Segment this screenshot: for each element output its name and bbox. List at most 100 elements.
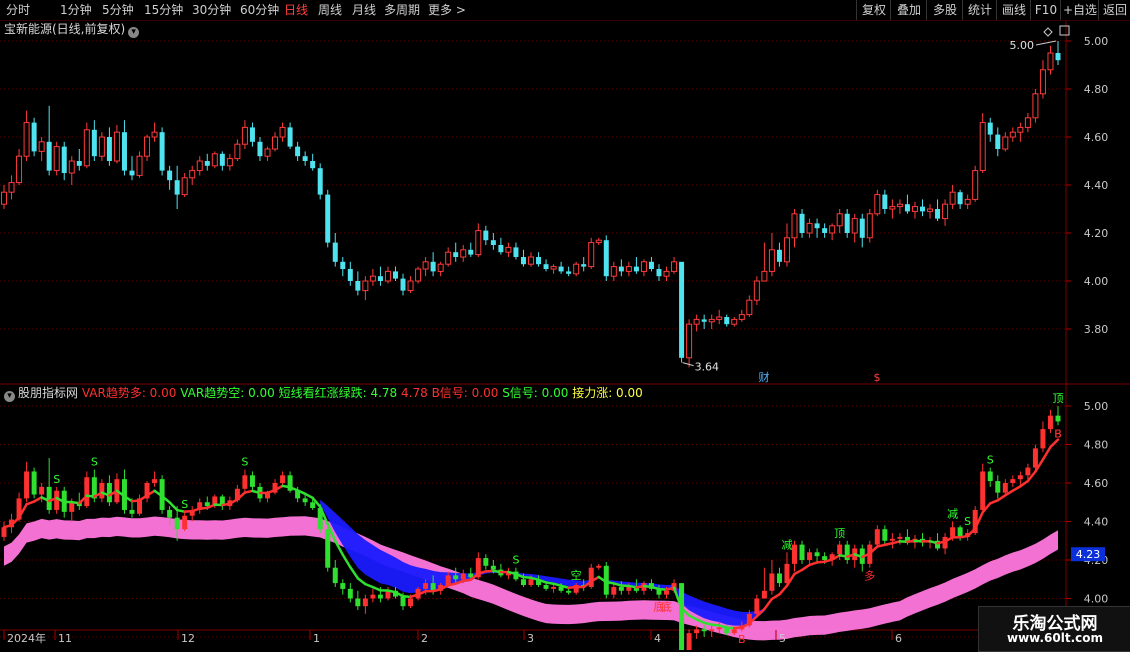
toolbar-button-2[interactable]: 多股 — [926, 0, 963, 20]
main-candle-body — [958, 192, 963, 204]
chevron-down-icon[interactable]: ▾ — [128, 27, 139, 38]
period-tab-1[interactable]: 1分钟 — [60, 2, 92, 18]
signal-B: B — [1054, 427, 1062, 440]
main-candle-body — [800, 214, 805, 233]
toolbar-button-7[interactable]: 返回 — [1098, 0, 1130, 20]
main-candle-body — [122, 132, 127, 170]
signal-顶: 顶 — [834, 527, 845, 540]
main-candle-body — [145, 137, 150, 156]
indicator-candle-body — [807, 552, 812, 560]
main-candle-body — [137, 156, 142, 175]
toolbar-button-1[interactable]: 叠加 — [890, 0, 927, 20]
time-label: 6 — [895, 632, 902, 645]
indicator-candle-body — [950, 527, 955, 537]
indicator-candle-body — [611, 587, 616, 595]
indicator-candle-body — [99, 483, 104, 498]
period-tab-8[interactable]: 月线 — [352, 2, 376, 18]
toolbar-button-5[interactable]: F10 — [1030, 0, 1061, 20]
main-candle-body — [544, 264, 549, 269]
main-candle-body — [619, 267, 624, 272]
period-tab-0[interactable]: 分时 — [6, 2, 30, 18]
indicator-candle-body — [717, 627, 722, 629]
indicator-candle-body — [182, 516, 187, 529]
main-candle-body — [950, 192, 955, 204]
indicator-candle-body — [551, 587, 556, 589]
main-candle-body — [506, 247, 511, 252]
indicator-candle-body — [702, 629, 707, 631]
indicator-candle-body — [988, 471, 993, 481]
indicator-candle-body — [687, 633, 692, 650]
main-candle-body — [784, 238, 789, 262]
main-candle-body — [596, 240, 601, 242]
chevron-down-icon[interactable]: ▾ — [4, 391, 15, 402]
indicator-candle-body — [800, 545, 805, 560]
main-candle-body — [551, 267, 556, 269]
main-candle-body — [47, 142, 52, 171]
main-candle-body — [822, 228, 827, 233]
indicator-candle-body — [762, 591, 767, 599]
indicator-candle-body — [453, 575, 458, 579]
period-tab-2[interactable]: 5分钟 — [102, 2, 134, 18]
period-tab-10[interactable]: 更多 > — [428, 2, 466, 18]
period-tab-4[interactable]: 30分钟 — [192, 2, 231, 18]
main-axis-label: 4.60 — [1084, 131, 1109, 144]
period-toolbar: 分时 1分钟 5分钟 15分钟 30分钟 60分钟日线周线月线多周期更多 > 复权叠加多股统… — [0, 0, 1130, 21]
main-candle-body — [288, 127, 293, 146]
indicator-candle-body — [175, 518, 180, 530]
toolbar-button-3[interactable]: 统计 — [962, 0, 997, 20]
toolbar-button-0[interactable]: 复权 — [856, 0, 891, 20]
indicator-candle-body — [242, 475, 247, 488]
indicator-axis-label: 5.00 — [1084, 400, 1109, 413]
indicator-candle-body — [461, 573, 466, 579]
main-candle-body — [1056, 53, 1061, 60]
high-label: 5.00 — [1010, 39, 1035, 52]
signal-S: S — [241, 456, 248, 469]
indicator-candle-body — [69, 502, 74, 512]
indicator-candle-body — [664, 591, 669, 595]
main-candle-body — [190, 171, 195, 178]
time-label: 5 — [779, 632, 786, 645]
indicator-name[interactable]: 股朋指标网 — [18, 386, 78, 400]
site-watermark: 乐淘公式网 www.60lt.com — [978, 606, 1130, 652]
main-candle-body — [69, 161, 74, 173]
chart-background — [0, 21, 1130, 650]
main-candle-body — [717, 317, 722, 319]
main-candle-body — [875, 195, 880, 214]
main-chart-title[interactable]: 宝新能源(日线,前复权)▾ — [4, 22, 139, 38]
main-candle-body — [513, 247, 518, 257]
indicator-candle-body — [39, 487, 44, 495]
main-candle-body — [355, 281, 360, 291]
period-tab-7[interactable]: 周线 — [318, 2, 342, 18]
legend-item-4: B信号: 0.00 — [432, 386, 503, 400]
indicator-candle-body — [325, 529, 330, 568]
legend-item-0: VAR趋势多: 0.00 — [78, 386, 180, 400]
time-label: 3 — [527, 632, 534, 645]
period-tab-9[interactable]: 多周期 — [384, 2, 420, 18]
indicator-candle-body — [348, 589, 353, 599]
main-candle-body — [227, 159, 232, 166]
period-tab-5[interactable]: 60分钟 — [240, 2, 279, 18]
indicator-candle-body — [882, 529, 887, 541]
main-candle-body — [732, 319, 737, 324]
main-candle-body — [860, 219, 865, 238]
indicator-candle-body — [250, 475, 255, 487]
main-candle-body — [265, 149, 270, 156]
dividend-marker: $ — [874, 371, 881, 384]
main-candle-body — [378, 276, 383, 281]
main-candle-body — [890, 207, 895, 209]
main-candle-body — [709, 319, 714, 321]
indicator-candle-body — [129, 510, 134, 514]
indicator-candle-body — [370, 595, 375, 599]
indicator-axis-label: 4.80 — [1084, 439, 1109, 452]
indicator-candle-body — [822, 556, 827, 560]
period-tab-6[interactable]: 日线 — [284, 2, 308, 18]
indicator-candle-body — [152, 479, 157, 483]
toolbar-button-6[interactable]: +自选 — [1060, 0, 1099, 20]
toolbar-button-4[interactable]: 画线 — [996, 0, 1031, 20]
main-candle-body — [431, 262, 436, 272]
main-candle-body — [438, 264, 443, 271]
low-label: 3.64 — [695, 361, 720, 374]
legend-item-2: 短线看红涨绿跌: 4.78 — [279, 386, 401, 400]
period-tab-3[interactable]: 15分钟 — [144, 2, 183, 18]
indicator-axis-label: 4.60 — [1084, 477, 1109, 490]
